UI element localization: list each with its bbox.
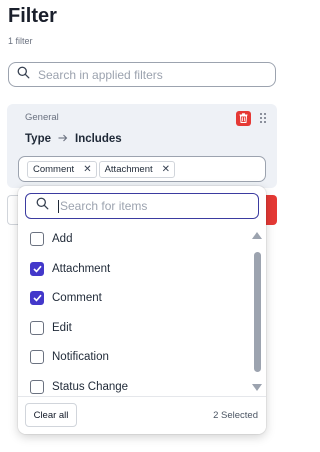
text-caret: [58, 199, 59, 213]
option-comment[interactable]: Comment: [30, 288, 102, 308]
chip-label: Comment: [33, 163, 75, 175]
option-label: Attachment: [52, 263, 111, 275]
clear-all-button[interactable]: Clear all: [25, 403, 77, 427]
remove-chip-icon[interactable]: ✕: [162, 164, 170, 175]
option-status-change[interactable]: Status Change: [30, 377, 128, 397]
selected-count: 2 Selected: [213, 410, 258, 421]
trash-icon: [239, 110, 248, 128]
filter-rule: Type Includes: [25, 133, 122, 145]
checkbox[interactable]: [30, 321, 44, 335]
checkbox[interactable]: [30, 350, 44, 364]
value-chip: Attachment ✕: [98, 160, 176, 178]
rule-operator[interactable]: Includes: [75, 133, 122, 145]
checkbox-checked[interactable]: [30, 262, 44, 276]
delete-filter-button[interactable]: [236, 111, 251, 126]
items-search-input[interactable]: [60, 199, 240, 213]
option-add[interactable]: Add: [30, 229, 72, 249]
arrow-right-icon: [58, 133, 68, 145]
page-title: Filter: [8, 5, 57, 27]
value-chip: Comment ✕: [27, 160, 97, 178]
applied-filters-search[interactable]: [8, 62, 276, 87]
option-label: Status Change: [52, 381, 129, 393]
items-dropdown: Add Attachment Comment Edit Notification…: [18, 186, 266, 434]
drag-handle-icon[interactable]: [259, 111, 267, 125]
option-attachment[interactable]: Attachment: [30, 259, 110, 279]
option-edit[interactable]: Edit: [30, 318, 72, 338]
search-icon: [17, 66, 30, 84]
scrollbar-thumb[interactable]: [254, 252, 261, 372]
option-notification[interactable]: Notification: [30, 347, 109, 367]
search-icon: [36, 197, 49, 215]
option-label: Add: [52, 233, 73, 245]
scroll-down-arrow[interactable]: [252, 384, 262, 391]
filter-count: 1 filter: [8, 36, 33, 46]
options-list: Add Attachment Comment Edit Notification…: [18, 224, 254, 394]
dropdown-footer: Clear all 2 Selected: [18, 396, 266, 434]
remove-chip-icon[interactable]: ✕: [83, 164, 91, 175]
items-search[interactable]: [25, 193, 259, 219]
filter-rule-card: General Type Includes Comment ✕ Attachme…: [7, 104, 277, 188]
checkbox-checked[interactable]: [30, 291, 44, 305]
chip-label: Attachment: [104, 163, 153, 175]
option-label: Comment: [52, 292, 102, 304]
checkbox[interactable]: [30, 380, 44, 394]
option-label: Notification: [52, 351, 109, 363]
selected-values-field[interactable]: Comment ✕ Attachment ✕: [18, 156, 266, 182]
scroll-up-arrow[interactable]: [252, 232, 262, 239]
rule-field[interactable]: Type: [25, 133, 51, 145]
applied-filters-search-input[interactable]: [38, 67, 258, 82]
checkbox[interactable]: [30, 232, 44, 246]
option-label: Edit: [52, 322, 72, 334]
group-label: General: [25, 112, 59, 123]
